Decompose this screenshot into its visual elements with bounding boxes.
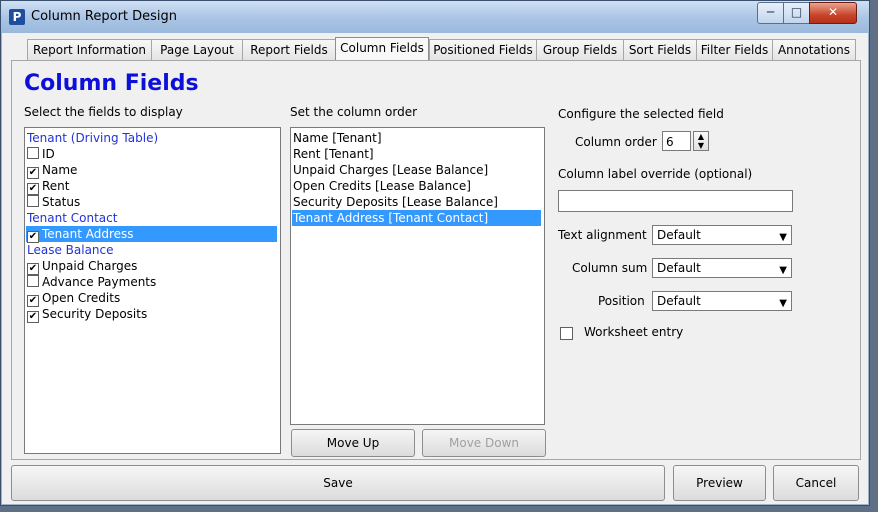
window-title: Column Report Design [31,9,178,24]
chevron-up-icon[interactable]: ▲ [694,132,708,141]
close-button[interactable]: ✕ [809,2,857,24]
tab-filter-fields[interactable]: Filter Fields [696,39,773,61]
fields-list-label: Select the fields to display [24,105,183,119]
list-group-header: Tenant (Driving Table) [27,131,159,145]
column-order-input[interactable]: 6 [662,131,691,151]
text-alignment-label: Text alignment [558,228,647,242]
field-item-advance-payments[interactable]: Advance Payments [27,274,156,290]
position-label: Position [598,294,645,308]
select-value: Default [657,261,701,275]
maximize-icon: □ [790,5,803,19]
field-item-unpaid-charges[interactable]: ✔ Unpaid Charges [27,258,138,275]
tab-group-fields[interactable]: Group Fields [536,39,624,61]
list-item[interactable]: Rent [Tenant] [293,146,374,162]
title-bar: P Column Report Design ─ □ ✕ [1,1,869,33]
tab-column-fields[interactable]: Column Fields [335,37,429,61]
save-button[interactable]: Save [11,465,665,501]
field-label: Security Deposits [42,307,148,321]
text-alignment-select[interactable]: Default ▼ [652,225,792,245]
field-item-name[interactable]: ✔ Name [27,162,78,179]
list-item[interactable]: Unpaid Charges [Lease Balance] [293,162,488,178]
list-group-header: Lease Balance [27,243,114,257]
minimize-button[interactable]: ─ [757,2,784,24]
preview-button[interactable]: Preview [673,465,766,501]
field-label: Advance Payments [42,275,157,289]
column-fields-panel: Column Fields Select the fields to displ… [11,60,861,460]
config-label: Configure the selected field [558,107,724,121]
field-label: Name [42,163,78,177]
column-sum-label: Column sum [572,261,648,275]
tab-report-fields[interactable]: Report Fields [242,39,336,61]
maximize-button[interactable]: □ [783,2,810,24]
tab-sort-fields[interactable]: Sort Fields [623,39,697,61]
select-value: Default [657,228,701,242]
field-label: Status [42,195,81,209]
move-down-button[interactable]: Move Down [422,429,546,457]
override-label: Column label override (optional) [558,167,753,181]
field-item-rent[interactable]: ✔ Rent [27,178,70,195]
tab-annotations[interactable]: Annotations [772,39,856,61]
tab-positioned-fields[interactable]: Positioned Fields [429,39,537,61]
list-item[interactable]: Security Deposits [Lease Balance] [293,194,498,210]
fields-list[interactable]: Tenant (Driving Table) ID ✔ Name ✔ Rent St… [24,127,281,454]
close-icon: ✕ [827,5,839,19]
list-item[interactable]: Name [Tenant] [293,130,382,146]
minimize-icon: ─ [766,5,775,19]
column-order-stepper[interactable]: ▲ ▼ [693,131,709,151]
checkbox[interactable] [27,147,39,159]
checkbox[interactable] [27,275,39,287]
window: P Column Report Design ─ □ ✕ Report Info… [0,0,870,506]
page-title: Column Fields [24,71,199,96]
move-up-button[interactable]: Move Up [291,429,415,457]
column-order-list[interactable]: Name [Tenant] Rent [Tenant] Unpaid Charg… [290,127,545,425]
worksheet-entry-checkbox[interactable] [560,327,573,340]
dropdown-arrow-icon: ▼ [779,265,787,276]
tab-page-layout[interactable]: Page Layout [151,39,243,61]
field-label: Unpaid Charges [42,259,138,273]
field-item-tenant-address[interactable]: ✔ Tenant Address [26,226,277,243]
field-label: Rent [42,179,70,193]
footer-bar: Save Preview Cancel [11,465,859,501]
worksheet-entry-label: Worksheet entry [584,325,684,339]
field-label: Open Credits [42,291,121,305]
list-item-selected[interactable]: Tenant Address [Tenant Contact] [292,210,541,226]
field-item-status[interactable]: Status [27,194,80,210]
select-value: Default [657,294,701,308]
cancel-button[interactable]: Cancel [773,465,859,501]
position-select[interactable]: Default ▼ [652,291,792,311]
field-label: Tenant Address [42,227,134,241]
app-icon: P [9,9,25,25]
dropdown-arrow-icon: ▼ [779,298,787,309]
column-order-label: Column order [575,135,657,149]
list-group-header: Tenant Contact [27,211,118,225]
chevron-down-icon[interactable]: ▼ [694,141,708,150]
checkbox[interactable] [27,195,39,207]
tab-report-information[interactable]: Report Information [27,39,152,61]
order-list-label: Set the column order [290,105,418,119]
field-label: ID [42,147,55,161]
checkbox-checked[interactable]: ✔ [27,311,39,323]
field-item-open-credits[interactable]: ✔ Open Credits [27,290,121,307]
dropdown-arrow-icon: ▼ [779,232,787,243]
list-item[interactable]: Open Credits [Lease Balance] [293,178,471,194]
column-label-override-input[interactable] [558,190,793,212]
column-sum-select[interactable]: Default ▼ [652,258,792,278]
field-item-security-deposits[interactable]: ✔ Security Deposits [27,306,148,323]
field-item-id[interactable]: ID [27,146,55,162]
